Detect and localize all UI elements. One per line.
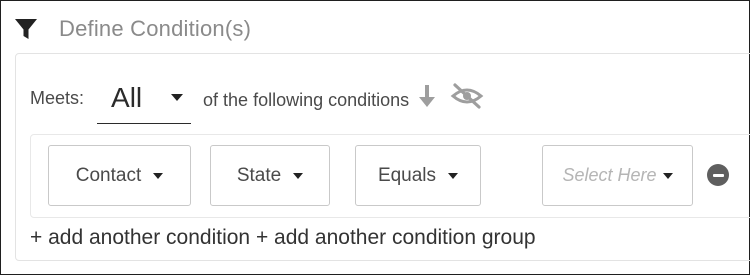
section-title: Define Condition(s) (59, 16, 252, 41)
field-dropdown-label: Contact (75, 164, 142, 186)
eye-slash-icon[interactable] (450, 82, 484, 114)
remove-condition-button[interactable] (707, 164, 729, 186)
chevron-down-icon (171, 94, 184, 101)
operator-dropdown-label: Equals (377, 164, 437, 186)
field-dropdown-label: State (236, 164, 282, 186)
meets-label: Meets: (30, 87, 85, 108)
minus-circle-icon (712, 173, 724, 177)
meets-suffix-text: of the following conditions (203, 89, 410, 110)
field-dropdown-contact[interactable]: Contact (48, 145, 191, 206)
filter-icon (14, 17, 38, 41)
add-links-row: + add another condition + add another co… (30, 226, 536, 250)
operator-dropdown[interactable]: Equals (355, 145, 481, 206)
chevron-down-icon (662, 172, 673, 179)
add-condition-group-link[interactable]: + add another condition group (256, 226, 536, 249)
chevron-down-icon (293, 172, 304, 179)
meets-dropdown-value: All (111, 81, 143, 113)
chevron-down-icon (448, 172, 459, 179)
section-header: Define Condition(s) (14, 14, 251, 44)
sort-down-icon[interactable] (418, 83, 436, 114)
chevron-down-icon (153, 172, 164, 179)
add-condition-link[interactable]: + add another condition (30, 226, 250, 249)
meets-dropdown[interactable]: All (97, 72, 192, 124)
value-dropdown-placeholder: Select Here (562, 165, 657, 185)
field-dropdown-state[interactable]: State (210, 145, 330, 206)
meets-row: Meets: All of the following conditions (30, 70, 484, 126)
value-dropdown[interactable]: Select Here (542, 145, 693, 206)
